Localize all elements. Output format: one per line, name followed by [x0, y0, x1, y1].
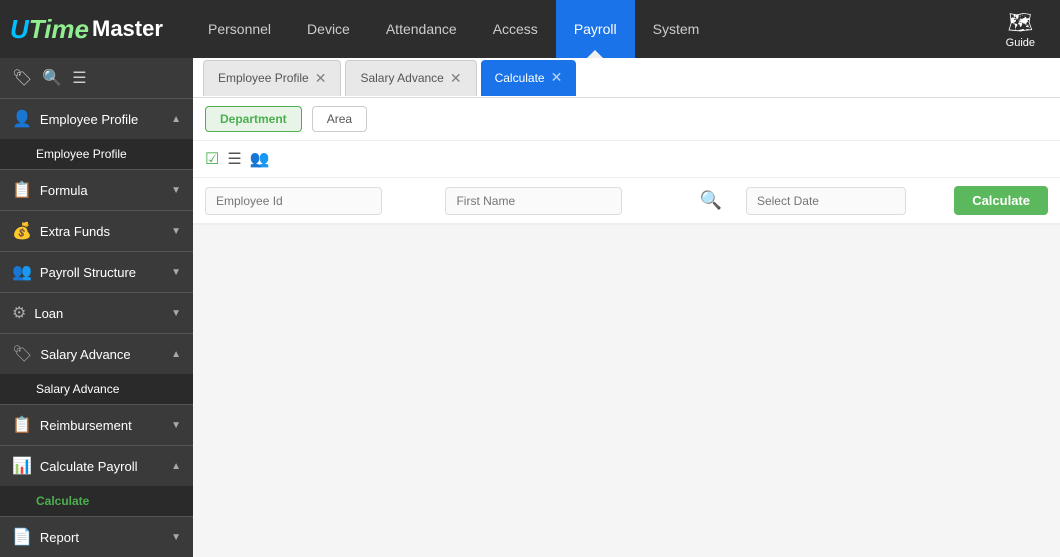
sidebar-subitem-salary-advance[interactable]: Salary Advance — [0, 374, 193, 404]
tab-employee-profile[interactable]: Employee Profile ✕ — [203, 60, 341, 96]
col-calculate: Calculate — [948, 186, 1048, 215]
arrow-report: ▼ — [171, 532, 181, 543]
calculate-button[interactable]: Calculate — [954, 186, 1048, 215]
list-icon[interactable]: ☰ — [227, 149, 241, 169]
menu-icon[interactable]: ☰ — [72, 68, 86, 88]
col-search: 🔍 — [686, 190, 736, 211]
logo-u: U — [10, 14, 29, 45]
sidebar-section-payroll-structure: 👥 Payroll Structure ▼ — [0, 252, 193, 293]
sidebar-top-bar: 🏷 🔍 ☰ — [0, 58, 193, 99]
sidebar-section-salary-advance: 🏷 Salary Advance ▲ Salary Advance — [0, 334, 193, 405]
arrow-formula: ▼ — [171, 185, 181, 196]
nav-items: Personnel Device Attendance Access Payro… — [190, 0, 991, 58]
calculate-payroll-icon: 📊 — [12, 456, 32, 476]
sidebar-header-payroll-structure[interactable]: 👥 Payroll Structure ▼ — [0, 252, 193, 292]
table-icons-row: ☑ ☰ 👥 — [193, 141, 1060, 178]
filter-area-btn[interactable]: Area — [312, 106, 367, 132]
sidebar-header-loan[interactable]: ⚙ Loan ▼ — [0, 293, 193, 333]
guide-button[interactable]: 🗺 Guide — [991, 10, 1050, 49]
employee-id-input[interactable] — [205, 187, 382, 215]
nav-payroll[interactable]: Payroll — [556, 0, 635, 58]
table-header-search-row: 🔍 Calculate — [193, 178, 1060, 225]
nav-access[interactable]: Access — [475, 0, 556, 58]
sidebar: 🏷 🔍 ☰ 👤 Employee Profile ▲ Employee Prof… — [0, 58, 193, 557]
search-icon[interactable]: 🔍 — [42, 68, 62, 88]
tabs-bar: Employee Profile ✕ Salary Advance ✕ Calc… — [193, 58, 1060, 98]
search-button[interactable]: 🔍 — [700, 190, 722, 211]
logo: U Time Master — [10, 14, 170, 45]
sidebar-section-report: 📄 Report ▼ — [0, 517, 193, 557]
tab-close-calculate[interactable]: ✕ — [551, 69, 563, 86]
tab-close-salary-advance[interactable]: ✕ — [450, 70, 462, 87]
guide-icon: 🗺 — [1008, 10, 1033, 35]
arrow-loan: ▼ — [171, 308, 181, 319]
first-name-input[interactable] — [445, 187, 622, 215]
sidebar-header-reimbursement[interactable]: 📋 Reimbursement ▼ — [0, 405, 193, 445]
tab-salary-advance[interactable]: Salary Advance ✕ — [345, 60, 476, 96]
filter-department-btn[interactable]: Department — [205, 106, 302, 132]
arrow-employee-profile: ▲ — [171, 114, 181, 125]
sidebar-subitem-employee-profile[interactable]: Employee Profile — [0, 139, 193, 169]
sidebar-section-reimbursement: 📋 Reimbursement ▼ — [0, 405, 193, 446]
filter-bar: Department Area — [193, 98, 1060, 141]
col-first-name — [445, 187, 675, 215]
arrow-calculate-payroll: ▲ — [171, 461, 181, 472]
sidebar-section-loan: ⚙ Loan ▼ — [0, 293, 193, 334]
salary-advance-icon: 🏷 — [12, 344, 32, 364]
person-icon: 👤 — [12, 109, 32, 129]
loan-icon: ⚙ — [12, 303, 26, 323]
logo-time: Time — [29, 14, 89, 45]
tab-calculate[interactable]: Calculate ✕ — [481, 60, 577, 96]
extra-funds-icon: 💰 — [12, 221, 32, 241]
hierarchy-icon[interactable]: 👥 — [250, 149, 270, 169]
arrow-payroll-structure: ▼ — [171, 267, 181, 278]
col-employee-id — [205, 187, 435, 215]
formula-icon: 📋 — [12, 180, 32, 200]
main-layout: 🏷 🔍 ☰ 👤 Employee Profile ▲ Employee Prof… — [0, 58, 1060, 557]
date-input[interactable] — [746, 187, 906, 215]
sidebar-header-extra-funds[interactable]: 💰 Extra Funds ▼ — [0, 211, 193, 251]
sidebar-section-employee-profile: 👤 Employee Profile ▲ Employee Profile — [0, 99, 193, 170]
nav-attendance[interactable]: Attendance — [368, 0, 475, 58]
nav-personnel[interactable]: Personnel — [190, 0, 289, 58]
sidebar-section-calculate-payroll: 📊 Calculate Payroll ▲ Calculate — [0, 446, 193, 517]
empty-table-area — [193, 225, 1060, 557]
arrow-reimbursement: ▼ — [171, 420, 181, 431]
payroll-structure-icon: 👥 — [12, 262, 32, 282]
sidebar-header-calculate-payroll[interactable]: 📊 Calculate Payroll ▲ — [0, 446, 193, 486]
arrow-salary-advance: ▲ — [171, 349, 181, 360]
reimbursement-icon: 📋 — [12, 415, 32, 435]
sidebar-header-salary-advance[interactable]: 🏷 Salary Advance ▲ — [0, 334, 193, 374]
checkbox-icon[interactable]: ☑ — [205, 149, 219, 169]
tab-close-employee-profile[interactable]: ✕ — [315, 70, 327, 87]
sidebar-header-formula[interactable]: 📋 Formula ▼ — [0, 170, 193, 210]
report-icon: 📄 — [12, 527, 32, 547]
sidebar-subitem-calculate[interactable]: Calculate — [0, 486, 193, 516]
sidebar-header-report[interactable]: 📄 Report ▼ — [0, 517, 193, 557]
content-area: Employee Profile ✕ Salary Advance ✕ Calc… — [193, 58, 1060, 557]
arrow-extra-funds: ▼ — [171, 226, 181, 237]
sidebar-section-extra-funds: 💰 Extra Funds ▼ — [0, 211, 193, 252]
sidebar-section-formula: 📋 Formula ▼ — [0, 170, 193, 211]
tag-icon[interactable]: 🏷 — [12, 68, 32, 88]
top-nav: U Time Master Personnel Device Attendanc… — [0, 0, 1060, 58]
col-date — [746, 187, 938, 215]
nav-device[interactable]: Device — [289, 0, 368, 58]
nav-system[interactable]: System — [635, 0, 718, 58]
sidebar-header-employee-profile[interactable]: 👤 Employee Profile ▲ — [0, 99, 193, 139]
logo-master: Master — [92, 16, 163, 42]
